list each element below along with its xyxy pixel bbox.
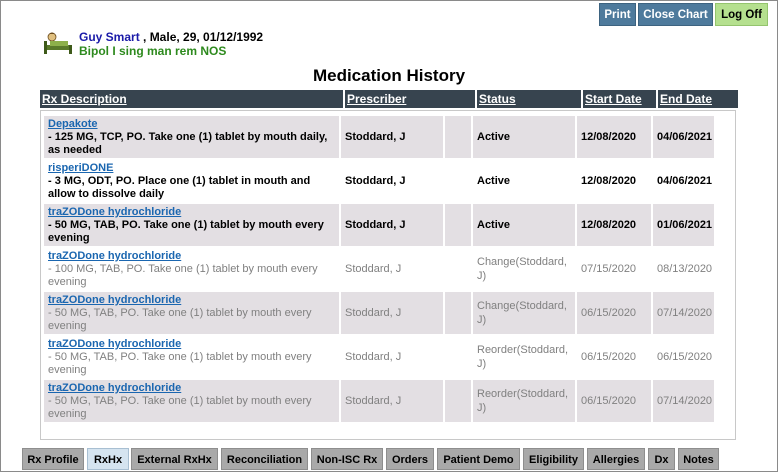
- log-off-button[interactable]: Log Off: [715, 3, 768, 26]
- rx-description: Depakote - 125 MG, TCP, PO. Take one (1) …: [44, 116, 341, 158]
- patient-bed-icon: [44, 32, 72, 54]
- drug-link[interactable]: Depakote: [48, 118, 335, 131]
- status: Change(Stoddard, J): [473, 292, 577, 334]
- spacer-cell: [445, 160, 473, 202]
- prescriber: Stoddard, J: [341, 336, 445, 378]
- rx-description: traZODone hydrochloride - 50 MG, TAB, PO.…: [44, 380, 341, 422]
- spacer-cell: [445, 116, 473, 158]
- end-date: 07/14/2020: [653, 292, 716, 334]
- patient-demographics: , Male, 29, 01/12/1992: [139, 30, 264, 44]
- rx-description: traZODone hydrochloride - 100 MG, TAB, PO…: [44, 248, 341, 290]
- tab-dx[interactable]: Dx: [648, 448, 675, 470]
- drug-link[interactable]: risperiDONE: [48, 162, 335, 175]
- patient-diagnosis: Bipol I sing man rem NOS: [79, 44, 227, 58]
- drug-detail: - 100 MG, TAB, PO. Take one (1) tablet b…: [48, 263, 318, 288]
- drug-detail: - 125 MG, TCP, PO. Take one (1) tablet b…: [48, 131, 328, 156]
- tab-patient-demo[interactable]: Patient Demo: [437, 448, 520, 470]
- drug-link[interactable]: traZODone hydrochloride: [48, 206, 335, 219]
- table-row: traZODone hydrochloride - 50 MG, TAB, PO.…: [44, 204, 716, 246]
- drug-link[interactable]: traZODone hydrochloride: [48, 338, 335, 351]
- drug-detail: - 50 MG, TAB, PO. Take one (1) tablet by…: [48, 307, 312, 332]
- tab-external-rxhx[interactable]: External RxHx: [131, 448, 218, 470]
- tab-reconciliation[interactable]: Reconciliation: [221, 448, 308, 470]
- table-row: Depakote - 125 MG, TCP, PO. Take one (1) …: [44, 116, 716, 158]
- end-date: 04/06/2021: [653, 160, 716, 202]
- end-date: 01/06/2021: [653, 204, 716, 246]
- tab-non-isc-rx[interactable]: Non-ISC Rx: [311, 448, 383, 470]
- patient-identity: Guy Smart , Male, 29, 01/12/1992: [79, 30, 263, 44]
- end-date: 08/13/2020: [653, 248, 716, 290]
- status: Reorder(Stoddard, J): [473, 380, 577, 422]
- rx-description: traZODone hydrochloride - 50 MG, TAB, PO.…: [44, 204, 341, 246]
- column-header-status[interactable]: Status: [477, 90, 581, 108]
- spacer-cell: [445, 336, 473, 378]
- tab-rx-profile[interactable]: Rx Profile: [22, 448, 84, 470]
- drug-link[interactable]: traZODone hydrochloride: [48, 250, 335, 263]
- start-date: 06/15/2020: [577, 380, 653, 422]
- print-button[interactable]: Print: [599, 3, 636, 26]
- table-row: traZODone hydrochloride - 50 MG, TAB, PO.…: [44, 336, 716, 378]
- prescriber: Stoddard, J: [341, 204, 445, 246]
- drug-link[interactable]: traZODone hydrochloride: [48, 294, 335, 307]
- end-date: 06/15/2020: [653, 336, 716, 378]
- column-header-prescriber[interactable]: Prescriber: [345, 90, 475, 108]
- rx-description: traZODone hydrochloride - 50 MG, TAB, PO.…: [44, 336, 341, 378]
- rx-description: risperiDONE - 3 MG, ODT, PO. Place one (1…: [44, 160, 341, 202]
- start-date: 06/15/2020: [577, 292, 653, 334]
- column-header-end-date[interactable]: End Date: [658, 90, 738, 108]
- tab-orders[interactable]: Orders: [386, 448, 434, 470]
- end-date: 07/14/2020: [653, 380, 716, 422]
- status: Active: [473, 116, 577, 158]
- rx-description: traZODone hydrochloride - 50 MG, TAB, PO.…: [44, 292, 341, 334]
- drug-detail: - 50 MG, TAB, PO. Take one (1) tablet by…: [48, 351, 312, 376]
- spacer-cell: [445, 248, 473, 290]
- drug-detail: - 50 MG, TAB, PO. Take one (1) tablet by…: [48, 395, 312, 420]
- close-chart-button[interactable]: Close Chart: [638, 3, 713, 26]
- drug-detail: - 3 MG, ODT, PO. Place one (1) tablet in…: [48, 175, 311, 200]
- spacer-cell: [445, 292, 473, 334]
- start-date: 06/15/2020: [577, 336, 653, 378]
- end-date: 04/06/2021: [653, 116, 716, 158]
- start-date: 12/08/2020: [577, 204, 653, 246]
- tab-rxhx[interactable]: RxHx: [87, 448, 129, 470]
- prescriber: Stoddard, J: [341, 160, 445, 202]
- tab-eligibility[interactable]: Eligibility: [523, 448, 584, 470]
- prescriber: Stoddard, J: [341, 292, 445, 334]
- column-header-start-date[interactable]: Start Date: [583, 90, 656, 108]
- prescriber: Stoddard, J: [341, 380, 445, 422]
- prescriber: Stoddard, J: [341, 248, 445, 290]
- drug-link[interactable]: traZODone hydrochloride: [48, 382, 335, 395]
- prescriber: Stoddard, J: [341, 116, 445, 158]
- table-row: risperiDONE - 3 MG, ODT, PO. Place one (1…: [44, 160, 716, 202]
- table-row: traZODone hydrochloride - 50 MG, TAB, PO.…: [44, 380, 716, 422]
- start-date: 12/08/2020: [577, 116, 653, 158]
- table-row: traZODone hydrochloride - 50 MG, TAB, PO.…: [44, 292, 716, 334]
- tab-notes[interactable]: Notes: [678, 448, 719, 470]
- drug-detail: - 50 MG, TAB, PO. Take one (1) tablet by…: [48, 219, 324, 244]
- patient-name[interactable]: Guy Smart: [79, 30, 140, 44]
- start-date: 07/15/2020: [577, 248, 653, 290]
- table-row: traZODone hydrochloride - 100 MG, TAB, PO…: [44, 248, 716, 290]
- status: Active: [473, 204, 577, 246]
- spacer-cell: [445, 204, 473, 246]
- status: Active: [473, 160, 577, 202]
- status: Reorder(Stoddard, J): [473, 336, 577, 378]
- tab-allergies[interactable]: Allergies: [587, 448, 645, 470]
- column-header-description[interactable]: Rx Description: [40, 90, 343, 108]
- status: Change(Stoddard, J): [473, 248, 577, 290]
- medication-list[interactable]: Depakote - 125 MG, TCP, PO. Take one (1) …: [40, 110, 736, 440]
- page-title: Medication History: [312, 66, 466, 85]
- spacer-cell: [445, 380, 473, 422]
- start-date: 12/08/2020: [577, 160, 653, 202]
